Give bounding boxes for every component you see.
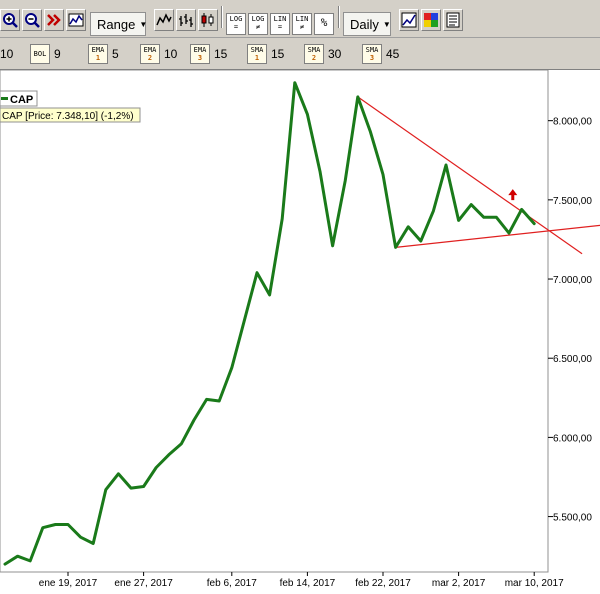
lin-equal-top: LIN — [273, 15, 287, 23]
zoom-in-icon — [3, 13, 18, 28]
ema-1-index: 1 — [95, 54, 101, 62]
data-table-icon — [446, 12, 460, 28]
lin-notequal-top: LIN — [295, 15, 309, 23]
indicator-bol: BOL 9 — [30, 44, 61, 64]
y-tick-label: 7.500,00 — [553, 196, 592, 207]
ema-3-label: EMA — [193, 46, 207, 54]
zoom-out-icon — [25, 13, 40, 28]
log-notequal-bottom: ≠ — [255, 23, 261, 31]
ema-1-button[interactable]: EMA 1 — [88, 44, 108, 64]
chart-window-button[interactable] — [399, 9, 419, 31]
x-tick-label: feb 6, 2017 — [207, 578, 257, 589]
y-tick-label: 8.000,00 — [553, 117, 592, 128]
indicator-sma-2: SMA 2 30 — [304, 44, 341, 64]
bol-button[interactable]: BOL — [30, 44, 50, 64]
y-tick-label: 6.000,00 — [553, 433, 592, 444]
percent-label: % — [320, 16, 328, 29]
ema-1-label: EMA — [91, 46, 105, 54]
data-table-button[interactable] — [443, 9, 463, 31]
sma-2-index: 2 — [311, 54, 317, 62]
toolbar-separator — [221, 6, 223, 28]
log-notequal-top: LOG — [251, 15, 265, 23]
x-tick-label: feb 22, 2017 — [355, 578, 411, 589]
indicator-ema-3: EMA 3 15 — [190, 44, 227, 64]
period-dropdown-label: Daily — [350, 16, 379, 32]
ema-2-label: EMA — [143, 46, 157, 54]
candlestick-icon — [201, 13, 214, 27]
ema-2-index: 2 — [147, 54, 153, 62]
percent-button[interactable]: % — [314, 13, 334, 35]
lin-equal-bottom: = — [277, 23, 283, 31]
color-palette-button[interactable] — [421, 9, 441, 31]
ema-3-index: 3 — [197, 54, 203, 62]
indicator-toolbar: 10 BOL 9 EMA 1 5 EMA 2 10 EMA 3 15 SMA 1… — [0, 38, 600, 70]
x-tick-label: ene 27, 2017 — [114, 578, 173, 589]
x-tick-label: mar 10, 2017 — [505, 578, 564, 589]
ema-2-value[interactable]: 10 — [164, 47, 177, 61]
zoom-in-button[interactable] — [0, 9, 20, 31]
log-equal-bottom: = — [233, 23, 239, 31]
dropdown-arrow-icon: ▼ — [382, 19, 391, 29]
ema-2-button[interactable]: EMA 2 — [140, 44, 160, 64]
y-tick-label: 7.000,00 — [553, 275, 592, 286]
lin-notequal-button[interactable]: LIN ≠ — [292, 13, 312, 35]
x-tick-label: feb 14, 2017 — [280, 578, 336, 589]
sma-3-value[interactable]: 45 — [386, 47, 399, 61]
sma-3-button[interactable]: SMA 3 — [362, 44, 382, 64]
x-tick-label: mar 2, 2017 — [432, 578, 486, 589]
indicator-sma-1: SMA 1 15 — [247, 44, 284, 64]
bol-label: BOL — [33, 50, 47, 58]
ohlc-bars-icon — [179, 14, 193, 27]
line-chart-icon — [156, 13, 172, 26]
double-chevron-right-icon — [47, 14, 61, 26]
scroll-forward-button[interactable] — [44, 9, 64, 31]
indicator-ema-2: EMA 2 10 — [140, 44, 177, 64]
sma-2-button[interactable]: SMA 2 — [304, 44, 324, 64]
color-palette-icon — [424, 13, 438, 27]
dropdown-arrow-icon: ▼ — [139, 19, 148, 29]
log-equal-top: LOG — [229, 15, 243, 23]
range-dropdown-label: Range — [97, 16, 136, 32]
sma-2-value[interactable]: 30 — [328, 47, 341, 61]
period-dropdown[interactable]: Daily ▼ — [343, 12, 391, 36]
line-chart-button[interactable] — [154, 9, 174, 31]
sma-3-index: 3 — [369, 54, 375, 62]
chart-window-icon — [401, 12, 417, 28]
ema-3-button[interactable]: EMA 3 — [190, 44, 210, 64]
sma-1-button[interactable]: SMA 1 — [247, 44, 267, 64]
bol-value[interactable]: 9 — [54, 47, 61, 61]
indicator-value[interactable]: 10 — [0, 47, 13, 61]
indicator-ema-1: EMA 1 5 — [88, 44, 119, 64]
chart-background — [0, 70, 600, 594]
bar-chart-button[interactable] — [176, 9, 196, 31]
sma-1-index: 1 — [254, 54, 260, 62]
price-chart[interactable]: 5.500,00 6.000,00 6.500,00 7.000,00 7.500,00… — [0, 70, 600, 594]
ema-3-value[interactable]: 15 — [214, 47, 227, 61]
toolbar-separator — [338, 6, 340, 28]
auto-scale-button[interactable] — [66, 9, 86, 31]
price-info-text: CAP [Price: 7.348,10] (-1,2%) — [2, 111, 134, 122]
legend-symbol: CAP — [10, 94, 33, 106]
lin-equal-button[interactable]: LIN = — [270, 13, 290, 35]
main-toolbar: Range ▼ LOG = LOG ≠ LIN = LIN ≠ % Daily … — [0, 0, 600, 38]
candlestick-button[interactable] — [198, 9, 218, 31]
sma-3-label: SMA — [365, 46, 379, 54]
range-dropdown[interactable]: Range ▼ — [90, 12, 148, 36]
zoom-out-button[interactable] — [22, 9, 42, 31]
y-tick-label: 6.500,00 — [553, 354, 592, 365]
indicator-sma-3: SMA 3 45 — [362, 44, 399, 64]
indicator-generic: 10 — [0, 44, 13, 64]
log-equal-button[interactable]: LOG = — [226, 13, 246, 35]
sma-2-label: SMA — [307, 46, 321, 54]
lin-notequal-bottom: ≠ — [299, 23, 305, 31]
log-notequal-button[interactable]: LOG ≠ — [248, 13, 268, 35]
ema-1-value[interactable]: 5 — [112, 47, 119, 61]
x-tick-label: ene 19, 2017 — [39, 578, 98, 589]
chart-zoom-icon — [68, 13, 84, 27]
sma-1-value[interactable]: 15 — [271, 47, 284, 61]
y-tick-label: 5.500,00 — [553, 513, 592, 524]
sma-1-label: SMA — [250, 46, 264, 54]
